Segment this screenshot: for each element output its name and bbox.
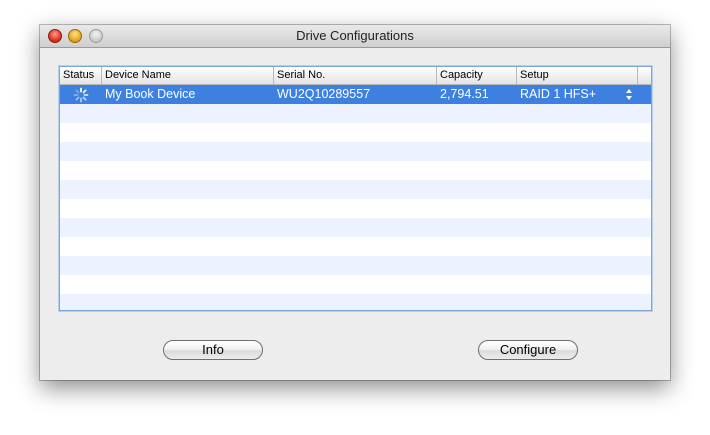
drive-table: Status Device Name Serial No. Capacity S… (59, 66, 652, 311)
table-header: Status Device Name Serial No. Capacity S… (60, 67, 651, 85)
capacity-cell: 2,794.51 (440, 87, 489, 101)
window-title: Drive Configurations (296, 28, 414, 43)
column-header-serial-no[interactable]: Serial No. (274, 67, 437, 84)
setup-popup-arrows-icon[interactable] (624, 87, 634, 102)
table-body: My Book Device WU2Q10289557 2,794.51 RAI… (60, 85, 651, 310)
configure-button[interactable]: Configure (478, 340, 578, 360)
drive-configurations-window: Drive Configurations Status Device Name … (40, 25, 670, 380)
column-header-corner (638, 67, 651, 84)
column-header-status[interactable]: Status (60, 67, 102, 84)
column-header-device-name[interactable]: Device Name (102, 67, 274, 84)
spinner-icon (73, 87, 89, 103)
serial-no-cell: WU2Q10289557 (277, 87, 371, 101)
table-row[interactable]: My Book Device WU2Q10289557 2,794.51 RAI… (60, 85, 638, 104)
title-bar[interactable]: Drive Configurations (40, 25, 670, 48)
column-header-setup[interactable]: Setup (517, 67, 638, 84)
info-button[interactable]: Info (163, 340, 263, 360)
device-name-cell: My Book Device (105, 87, 196, 101)
row-selection-tail (638, 85, 651, 104)
column-header-capacity[interactable]: Capacity (437, 67, 517, 84)
setup-cell: RAID 1 HFS+ (520, 87, 597, 101)
